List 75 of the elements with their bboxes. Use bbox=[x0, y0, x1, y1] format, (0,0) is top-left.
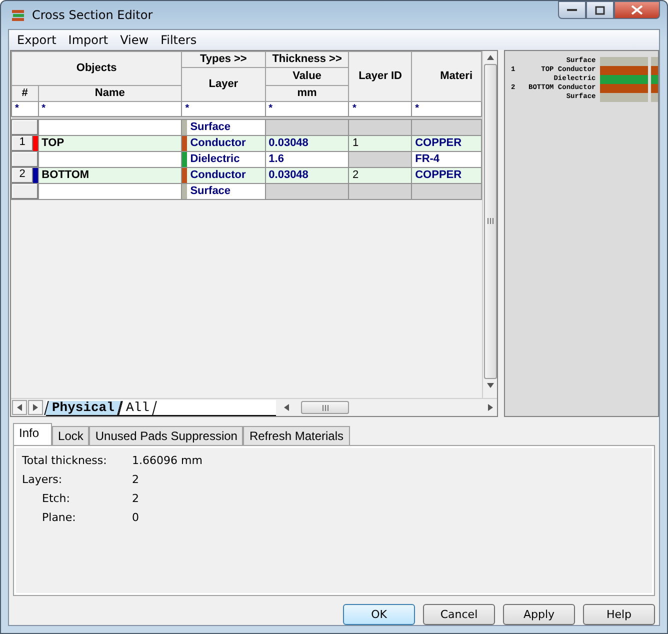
vertical-scrollbar[interactable] bbox=[482, 50, 497, 398]
table-cell: BOTTOM bbox=[38, 167, 182, 184]
minimize-icon bbox=[567, 8, 577, 12]
table-cell: COPPER bbox=[412, 167, 482, 184]
info-label: Plane: bbox=[41, 511, 77, 524]
column-header: mm bbox=[265, 85, 349, 102]
tab[interactable]: Info bbox=[13, 423, 52, 446]
dialog-button[interactable]: OK bbox=[343, 604, 415, 625]
close-button[interactable] bbox=[614, 1, 660, 19]
table-cell: Surface bbox=[190, 185, 231, 198]
tab[interactable]: Lock bbox=[52, 426, 90, 446]
table-cell: 0.03048 bbox=[265, 135, 349, 152]
info-value: 2 bbox=[132, 492, 140, 506]
dialog-button[interactable]: Cancel bbox=[423, 604, 495, 625]
minimize-button[interactable] bbox=[558, 1, 586, 19]
filter-field[interactable]: * bbox=[38, 101, 182, 116]
info-label: Etch: bbox=[41, 492, 71, 506]
filter-field[interactable]: * bbox=[182, 101, 266, 116]
sheet-tab[interactable]: Physical bbox=[44, 400, 122, 415]
column-header[interactable]: Types >> bbox=[182, 51, 266, 68]
column-header[interactable]: # bbox=[12, 85, 38, 102]
column-header[interactable]: Value bbox=[265, 67, 349, 86]
table-cell: Conductor bbox=[190, 137, 246, 150]
maximize-icon bbox=[595, 6, 605, 14]
grip-icon bbox=[322, 404, 328, 411]
row-number[interactable]: 2 bbox=[12, 168, 33, 182]
menu-item[interactable]: View bbox=[114, 32, 155, 47]
table-cell: 1.6 bbox=[265, 151, 349, 168]
table-cell: 1 bbox=[348, 135, 412, 152]
info-value: 1.66096 mm bbox=[132, 454, 204, 468]
row-number[interactable]: 1 bbox=[12, 136, 33, 150]
scroll-right-icon bbox=[488, 404, 493, 412]
table-cell: Surface bbox=[190, 121, 231, 134]
dialog-button[interactable]: Apply bbox=[503, 604, 575, 625]
menu-item[interactable]: Import bbox=[62, 32, 114, 47]
column-header[interactable]: Thickness >> bbox=[265, 51, 349, 68]
table-cell: Conductor bbox=[190, 169, 246, 182]
info-label: Layers: bbox=[22, 473, 64, 486]
sheet-tab[interactable]: All bbox=[118, 400, 158, 415]
dialog-button[interactable]: Help bbox=[583, 604, 655, 625]
window-title: Cross Section Editor bbox=[32, 8, 153, 22]
scroll-left-icon bbox=[284, 404, 289, 412]
info-value: 0 bbox=[132, 511, 140, 524]
column-header[interactable]: Layer bbox=[182, 67, 266, 102]
close-icon bbox=[631, 5, 643, 15]
table-cell: FR-4 bbox=[412, 151, 482, 168]
column-header[interactable]: Layer ID bbox=[348, 51, 412, 102]
menu-item[interactable]: Filters bbox=[154, 32, 203, 47]
info-label: Total thickness: bbox=[22, 454, 108, 468]
filter-field[interactable]: * bbox=[265, 101, 349, 116]
menu-item[interactable]: Export bbox=[11, 32, 62, 47]
row-header[interactable] bbox=[12, 152, 38, 166]
left-arrow-icon bbox=[17, 404, 22, 412]
table-cell: COPPER bbox=[412, 135, 482, 152]
grip-icon bbox=[486, 218, 494, 224]
tab[interactable]: Refresh Materials bbox=[243, 426, 350, 446]
maximize-button[interactable] bbox=[586, 1, 614, 19]
info-value: 2 bbox=[132, 473, 140, 486]
column-header[interactable]: Materi bbox=[412, 51, 482, 102]
row-header[interactable] bbox=[12, 120, 38, 134]
table-cell: TOP bbox=[38, 135, 182, 152]
table-cell: Dielectric bbox=[190, 153, 240, 166]
column-header[interactable]: Objects bbox=[12, 51, 182, 86]
filter-field[interactable]: * bbox=[412, 101, 482, 116]
row-header[interactable] bbox=[12, 184, 38, 198]
tab[interactable]: Unused Pads Suppression bbox=[89, 426, 244, 446]
table-cell: 2 bbox=[348, 167, 412, 184]
next-sheet-button[interactable] bbox=[28, 400, 43, 416]
column-header[interactable]: Name bbox=[38, 85, 182, 102]
filter-field[interactable]: * bbox=[12, 101, 38, 116]
previous-sheet-button[interactable] bbox=[12, 400, 27, 416]
table-cell: 0.03048 bbox=[265, 167, 349, 184]
filter-field[interactable]: * bbox=[348, 101, 412, 116]
app-icon bbox=[10, 7, 26, 23]
right-arrow-icon bbox=[33, 404, 38, 412]
